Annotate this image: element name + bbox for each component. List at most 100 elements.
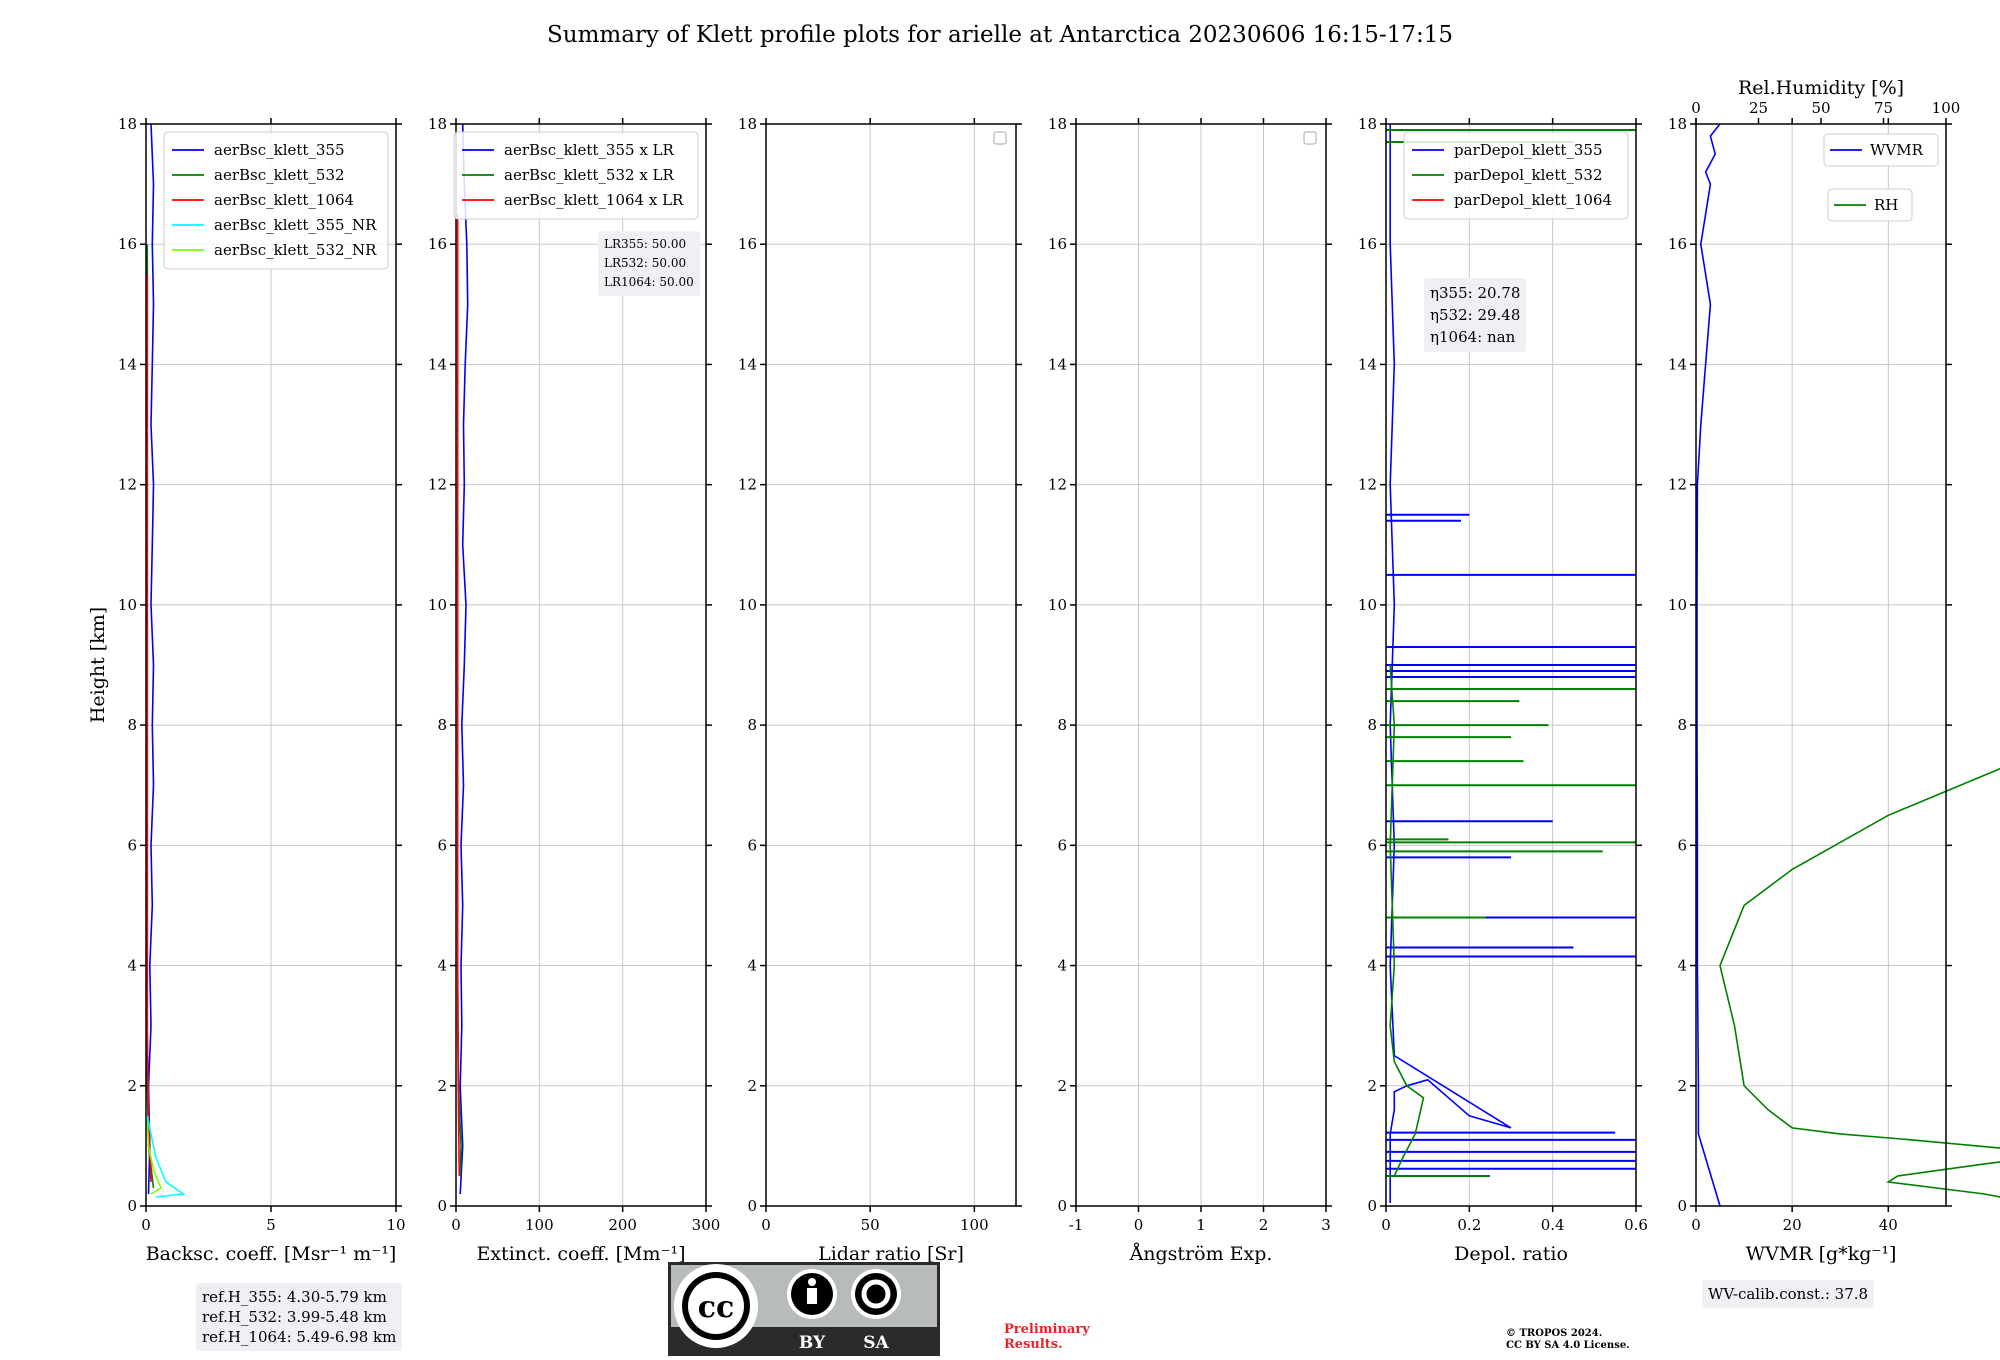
copyright-line2: CC BY SA 4.0 License. [1506,1340,1630,1351]
x-tick-label: 0.6 [1624,1216,1648,1234]
x-axis-label: Depol. ratio [1454,1243,1568,1265]
y-tick-label: 10 [1358,596,1377,614]
y-tick-label: 0 [437,1197,447,1215]
y-tick-label: 16 [1048,235,1067,253]
series-WVMR [1696,123,1721,1207]
y-tick-label: 10 [738,596,757,614]
x-tick-label: 3 [1321,1216,1331,1234]
x-tick-label: 20 [1783,1216,1802,1234]
x-axis-label: Ångström Exp. [1129,1243,1273,1265]
y-tick-label: 16 [1358,235,1377,253]
x-tick-label: 1 [1196,1216,1206,1234]
series-aerBsc_klett_355 x LR [459,123,469,1195]
x-tick-label: 0 [1691,1216,1701,1234]
y-tick-label: 4 [127,957,137,975]
x-tick-label: 300 [692,1216,721,1234]
x-tick-label: 5 [266,1216,276,1234]
y-tick-label: 10 [1048,596,1067,614]
eta-355: η355: 20.78 [1430,284,1521,302]
x2-axis-label: Rel.Humidity [%] [1738,77,1904,99]
copyright-note: © TROPOS 2024. CC BY SA 4.0 License. [1506,1328,1630,1352]
y-tick-label: 0 [1367,1197,1377,1215]
series-parDepol_klett_532 [1389,664,1425,1177]
series-aerBsc_klett_1064 x LR [456,214,461,1176]
y-tick-label: 2 [437,1077,447,1095]
panel-3: 0 50 100024681012141618Lidar ratio [Sr] [738,115,1022,1265]
copyright-line1: © TROPOS 2024. [1506,1328,1603,1339]
legend-label: WVMR [1870,141,1924,159]
y-tick-label: 14 [1668,355,1687,373]
y-tick-label: 8 [747,716,757,734]
y-tick-label: 8 [1677,716,1687,734]
x-tick-label: 100 [525,1216,554,1234]
series-RH [1719,767,2000,1198]
figure-canvas: 0 5 10024681012141618Backsc. coeff. [Msr⁻¹… [87,77,2000,1265]
preliminary-line1: Preliminary [1004,1322,1090,1337]
wv-calib-box: WV-calib.const.: 37.8 [1702,1280,1875,1308]
x-tick-label: 2 [1259,1216,1269,1234]
y-tick-label: 2 [127,1077,137,1095]
y-tick-label: 12 [428,476,447,494]
eta-1064: η1064: nan [1430,328,1516,346]
y-tick-label: 12 [1358,476,1377,494]
y-tick-label: 4 [1057,957,1067,975]
y-tick-label: 10 [1668,596,1687,614]
y-tick-label: 8 [127,716,137,734]
ref-h-532: ref.H_532: 3.99-5.48 km [202,1308,387,1326]
by-person-icon [807,1288,817,1304]
x-tick-label: 0.4 [1541,1216,1565,1234]
y-tick-label: 0 [127,1197,137,1215]
x2-tick-label: 50 [1811,99,1830,117]
y-tick-label: 14 [1048,355,1067,373]
axes-frame [1695,123,1947,1207]
x2-tick-label: 100 [1932,99,1961,117]
y-tick-label: 16 [428,235,447,253]
eta-532: η532: 29.48 [1430,306,1521,324]
x-tick-label: 0 [761,1216,771,1234]
legend-label: aerBsc_klett_532_NR [214,241,377,259]
y-tick-label: 18 [1048,115,1067,133]
legend-label: aerBsc_klett_1064 [214,191,354,209]
x-tick-label: 0 [141,1216,151,1234]
y-tick-label: 8 [437,716,447,734]
cc-license-badge: cc BY SA [668,1262,940,1356]
y-tick-label: 18 [428,115,447,133]
y-tick-label: 16 [118,235,137,253]
y-tick-label: 18 [1358,115,1377,133]
y-tick-label: 6 [1057,836,1067,854]
y-tick-label: 10 [118,596,137,614]
y-tick-label: 0 [747,1197,757,1215]
x2-tick-label: 0 [1691,99,1701,117]
series-aerBsc_klett_355 [147,123,155,1195]
y-tick-label: 2 [1367,1077,1377,1095]
y-tick-label: 18 [738,115,757,133]
lr-1064: LR1064: 50.00 [604,275,694,289]
y-tick-label: 2 [747,1077,757,1095]
y-tick-label: 2 [1057,1077,1067,1095]
x-axis-label: Backsc. coeff. [Msr⁻¹ m⁻¹] [146,1243,397,1265]
wv-calib-text: WV-calib.const.: 37.8 [1708,1285,1869,1303]
x-tick-label: 200 [608,1216,637,1234]
y-tick-label: 0 [1057,1197,1067,1215]
lr-355: LR355: 50.00 [604,237,687,251]
legend-label: parDepol_klett_355 [1454,141,1603,159]
y-tick-label: 8 [1057,716,1067,734]
x-tick-label: 40 [1879,1216,1898,1234]
empty-legend [993,131,1007,145]
by-label: BY [799,1333,826,1353]
y-tick-label: 4 [1367,957,1377,975]
legend-label: aerBsc_klett_1064 x LR [504,191,684,209]
preliminary-note: Preliminary Results. [1004,1322,1090,1352]
y-tick-label: 2 [1677,1077,1687,1095]
y-axis-label: Height [km] [87,607,109,723]
y-tick-label: 14 [428,355,447,373]
legend-label: aerBsc_klett_355_NR [214,216,377,234]
x2-tick-label: 25 [1749,99,1768,117]
x-tick-label: 0 [1381,1216,1391,1234]
x-tick-label: 0 [1134,1216,1144,1234]
y-tick-label: 12 [1048,476,1067,494]
y-tick-label: 6 [1367,836,1377,854]
y-tick-label: 18 [118,115,137,133]
ref-height-box: ref.H_355: 4.30-5.79 km ref.H_532: 3.99-… [196,1283,403,1351]
preliminary-line2: Results. [1004,1337,1063,1352]
